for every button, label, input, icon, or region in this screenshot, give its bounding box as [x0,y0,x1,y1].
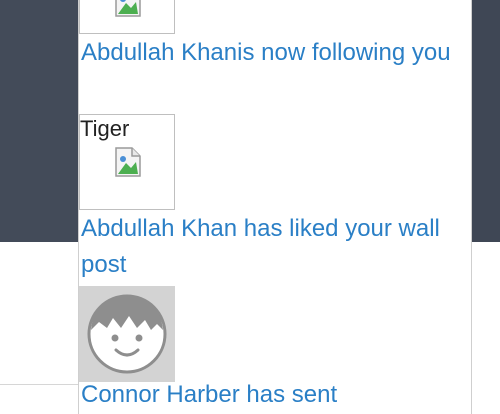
avatar[interactable] [79,286,175,382]
notification-link[interactable]: Abdullah Khanis now following you [81,35,461,71]
notification-link[interactable]: Abdullah Khan has liked your wall post [81,211,461,283]
notification-link[interactable]: Connor Harber has sent [81,377,461,413]
notifications-dropdown: Abdullah Khanis now following you Tiger … [78,0,472,414]
bottom-divider [0,384,80,385]
broken-image-icon [115,147,141,177]
broken-image-icon [115,0,141,17]
notification-thumbnail[interactable] [79,0,175,34]
thumbnail-caption: Tiger [80,116,130,141]
notification-thumbnail[interactable]: Tiger [79,114,175,210]
page-edge-strip [472,0,500,242]
default-avatar-icon [87,294,167,374]
